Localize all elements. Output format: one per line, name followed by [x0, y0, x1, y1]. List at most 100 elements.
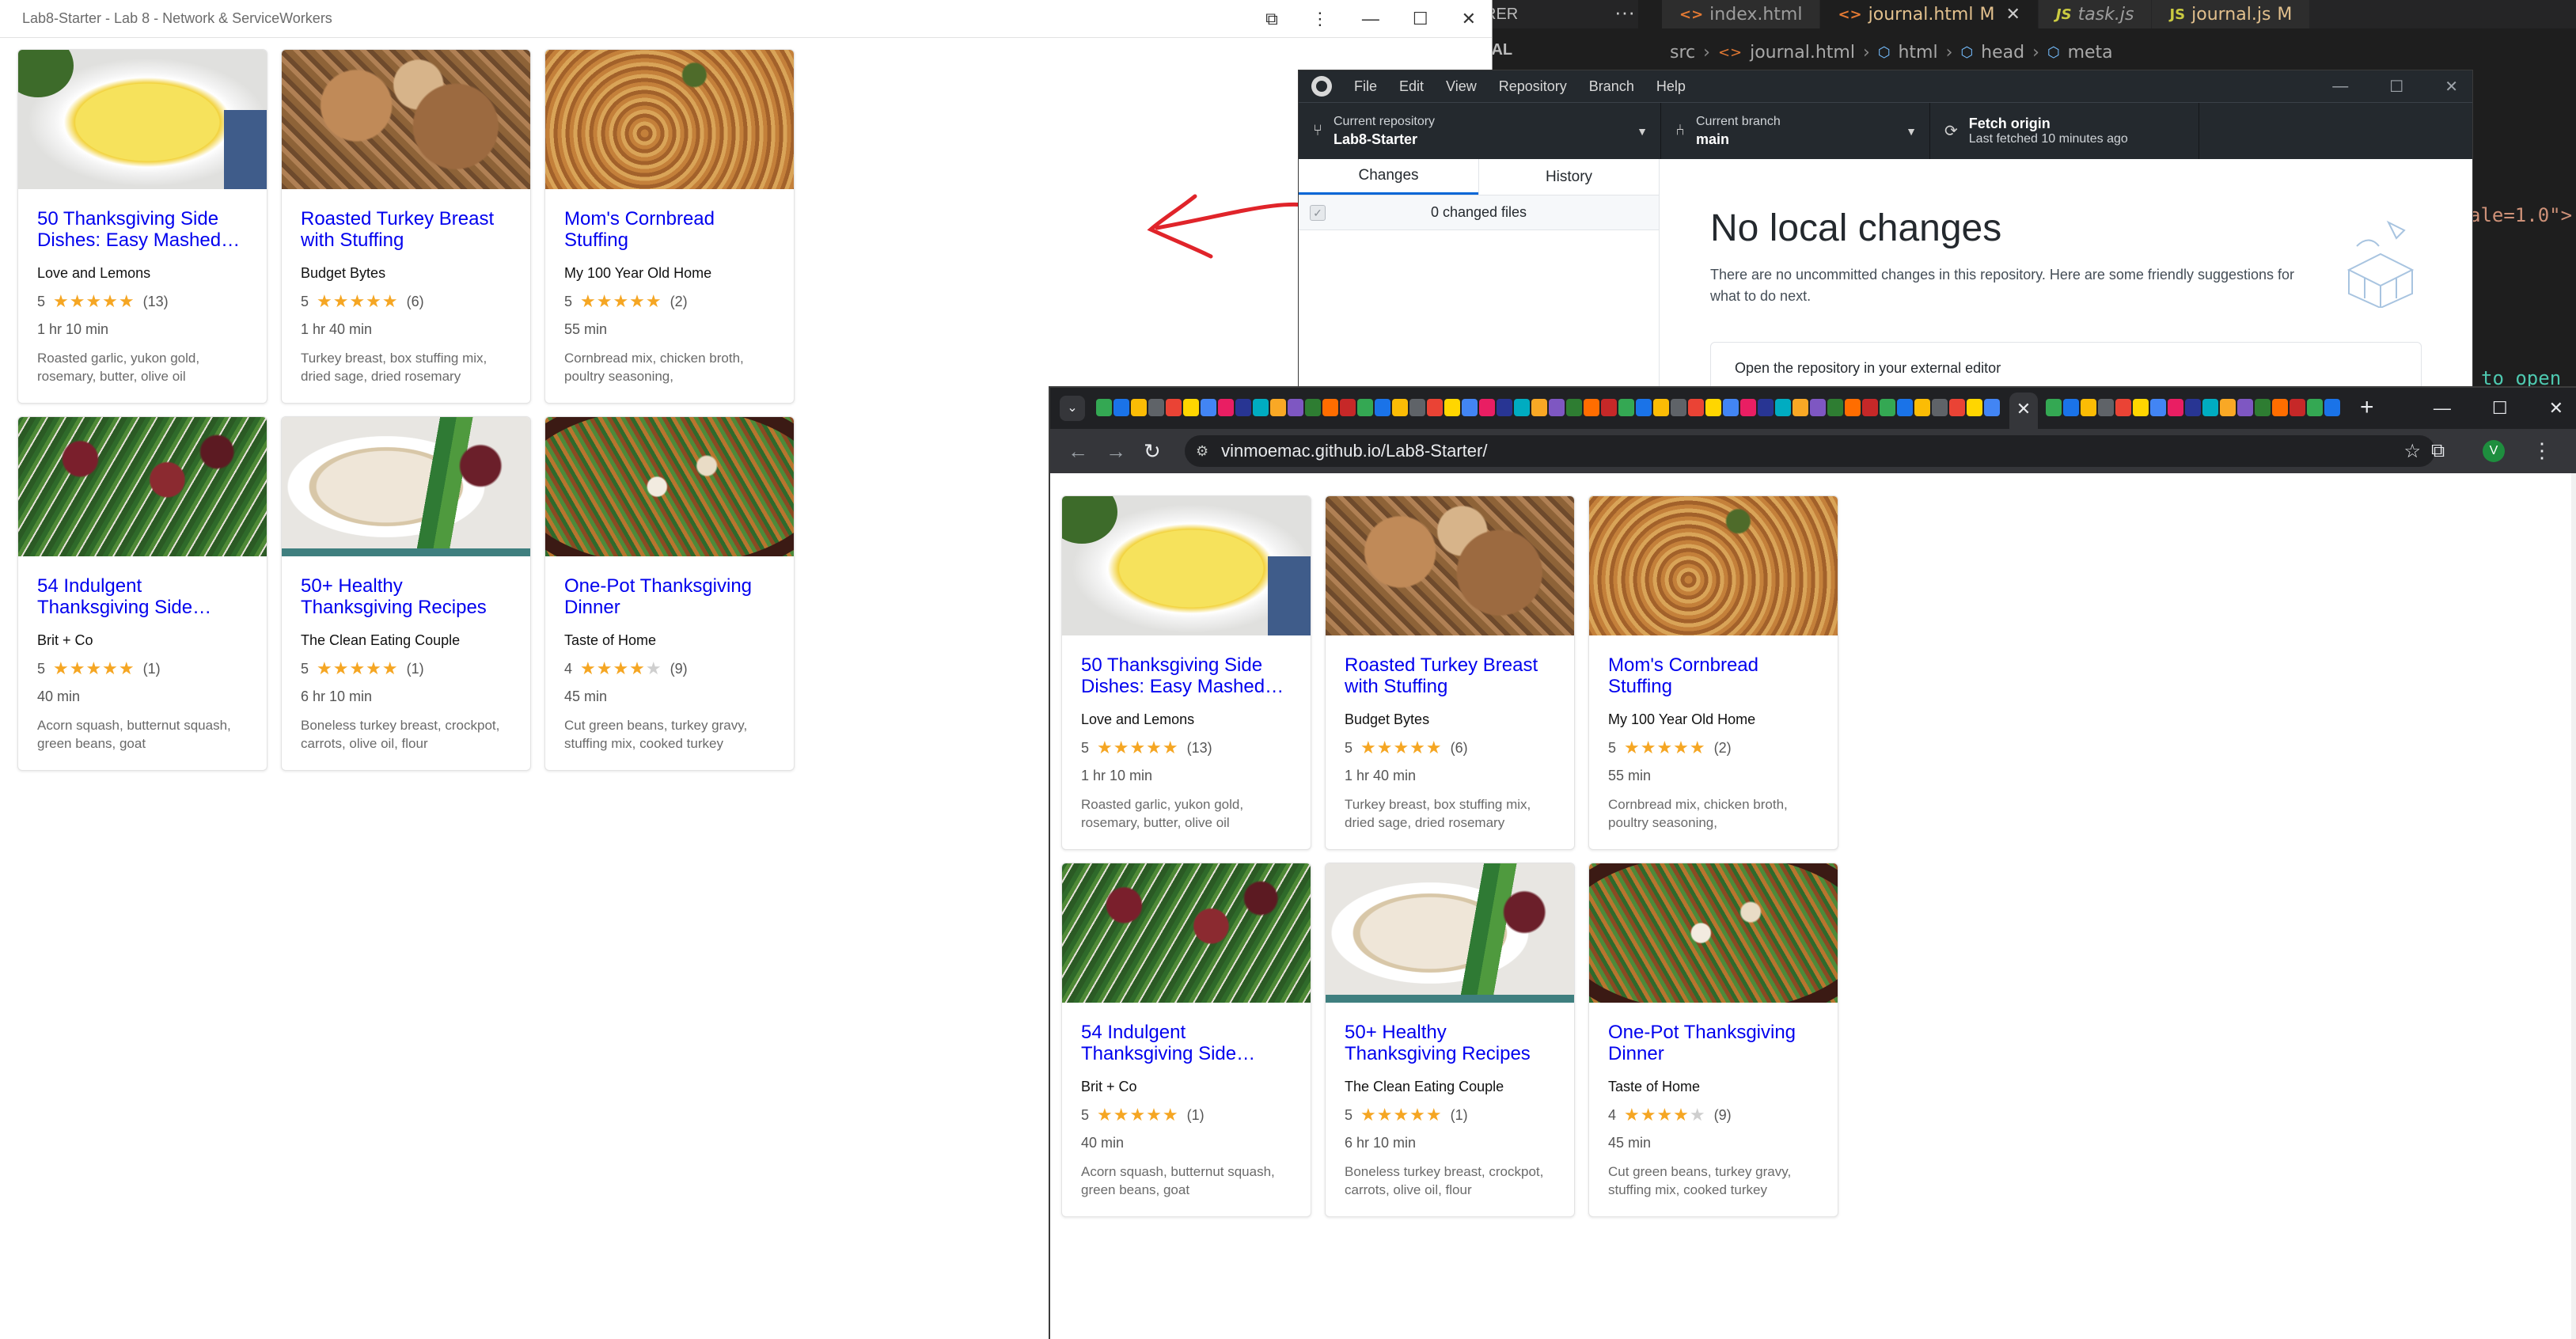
- tab-favicon-icon[interactable]: [2081, 399, 2096, 416]
- recipe-card[interactable]: Roasted Turkey Breast with Stuffing Budge…: [1325, 495, 1575, 850]
- breadcrumb-item[interactable]: html: [1898, 43, 1937, 63]
- tab-favicon-icon[interactable]: [1357, 399, 1373, 416]
- recipe-title-link[interactable]: Mom's Cornbread Stuffing: [1608, 654, 1819, 697]
- tab-favicon-icon[interactable]: [1392, 399, 1408, 416]
- breadcrumb-item[interactable]: head: [1981, 43, 2024, 63]
- tab-favicon-icon[interactable]: [1444, 399, 1460, 416]
- recipe-card[interactable]: One-Pot Thanksgiving Dinner Taste of Home…: [544, 416, 795, 771]
- tab-favicon-icon[interactable]: [1113, 399, 1129, 416]
- recipe-title-link[interactable]: 50 Thanksgiving Side Dishes: Easy Mashed…: [1081, 654, 1292, 697]
- menu-file[interactable]: File: [1354, 78, 1377, 95]
- tab-task-js[interactable]: JS task.js: [2038, 0, 2153, 28]
- tab-favicon-icon[interactable]: [1235, 399, 1251, 416]
- address-bar[interactable]: ⚙ vinmoemac.github.io/Lab8-Starter/ ☆: [1185, 435, 2435, 467]
- tab-favicon-icon[interactable]: [2324, 399, 2340, 416]
- recipe-card[interactable]: 54 Indulgent Thanksgiving Side… Brit + Co…: [17, 416, 267, 771]
- bookmark-star-icon[interactable]: ☆: [2403, 440, 2421, 463]
- recipe-image[interactable]: [18, 417, 267, 556]
- forward-icon[interactable]: →: [1106, 439, 1126, 464]
- tab-favicon-icon[interactable]: [1967, 399, 1982, 416]
- tab-favicon-icon[interactable]: [1618, 399, 1634, 416]
- tab-favicon-icon[interactable]: [2272, 399, 2288, 416]
- tab-favicon-icon[interactable]: [1932, 399, 1948, 416]
- tab-favicon-icon[interactable]: [1531, 399, 1547, 416]
- menu-help[interactable]: Help: [1656, 78, 1686, 95]
- tab-favicon-icon[interactable]: [1270, 399, 1286, 416]
- menu-view[interactable]: View: [1446, 78, 1477, 95]
- menu-repository[interactable]: Repository: [1499, 78, 1567, 95]
- chrome-menu-icon[interactable]: ⋮: [2532, 438, 2552, 463]
- tab-favicon-icon[interactable]: [1653, 399, 1669, 416]
- tab-favicon-icon[interactable]: [1984, 399, 2000, 416]
- tab-favicon-icon[interactable]: [1514, 399, 1530, 416]
- current-repository-button[interactable]: ⑂ Current repository Lab8-Starter ▼: [1299, 103, 1661, 159]
- tab-favicon-icon[interactable]: [2115, 399, 2131, 416]
- tab-favicon-icon[interactable]: [1462, 399, 1478, 416]
- tab-favicon-icon[interactable]: [1897, 399, 1913, 416]
- tab-favicon-icon[interactable]: [1427, 399, 1443, 416]
- tab-favicon-icon[interactable]: [2237, 399, 2253, 416]
- recipe-card[interactable]: Mom's Cornbread Stuffing My 100 Year Old …: [544, 49, 795, 404]
- extensions-icon[interactable]: ⧉: [1265, 9, 1278, 29]
- tab-favicon-icon[interactable]: [1705, 399, 1721, 416]
- close-icon[interactable]: ✕: [2549, 398, 2563, 419]
- tab-favicon-icon[interactable]: [2133, 399, 2149, 416]
- maximize-icon[interactable]: ☐: [2492, 398, 2508, 419]
- tab-favicon-icon[interactable]: [1375, 399, 1390, 416]
- new-tab-icon[interactable]: +: [2360, 394, 2374, 421]
- recipe-title-link[interactable]: 50 Thanksgiving Side Dishes: Easy Mashed…: [37, 208, 248, 251]
- recipe-image[interactable]: [1062, 496, 1311, 635]
- recipe-image[interactable]: [1589, 496, 1838, 635]
- more-tabs[interactable]: [2046, 399, 2346, 418]
- recipe-image[interactable]: [18, 50, 267, 189]
- tab-favicon-icon[interactable]: [1253, 399, 1269, 416]
- recipe-title-link[interactable]: Roasted Turkey Breast with Stuffing: [1345, 654, 1555, 697]
- tab-favicon-icon[interactable]: [1601, 399, 1617, 416]
- menu-branch[interactable]: Branch: [1589, 78, 1634, 95]
- recipe-image[interactable]: [1326, 863, 1574, 1003]
- close-tab-icon[interactable]: ✕: [2005, 5, 2020, 25]
- recipe-card[interactable]: 50 Thanksgiving Side Dishes: Easy Mashed…: [1061, 495, 1311, 850]
- tab-favicon-icon[interactable]: [2098, 399, 2114, 416]
- tab-favicon-icon[interactable]: [1949, 399, 1965, 416]
- recipe-title-link[interactable]: One-Pot Thanksgiving Dinner: [564, 575, 775, 618]
- tab-favicon-icon[interactable]: [1305, 399, 1321, 416]
- maximize-icon[interactable]: ☐: [1413, 9, 1428, 29]
- recipe-title-link[interactable]: Mom's Cornbread Stuffing: [564, 208, 775, 251]
- tab-favicon-icon[interactable]: [2202, 399, 2218, 416]
- recipe-image[interactable]: [1326, 496, 1574, 635]
- pinned-tabs[interactable]: [1096, 399, 2006, 418]
- tab-favicon-icon[interactable]: [1479, 399, 1495, 416]
- tab-favicon-icon[interactable]: [1758, 399, 1774, 416]
- tab-favicon-icon[interactable]: [1862, 399, 1878, 416]
- tab-favicon-icon[interactable]: [1148, 399, 1164, 416]
- recipe-image[interactable]: [545, 417, 794, 556]
- tab-favicon-icon[interactable]: [2168, 399, 2183, 416]
- recipe-title-link[interactable]: 50+ Healthy Thanksgiving Recipes: [301, 575, 511, 618]
- tab-journal-html[interactable]: <> journal.html M ✕: [1820, 0, 2039, 28]
- tab-favicon-icon[interactable]: [1827, 399, 1843, 416]
- tab-favicon-icon[interactable]: [1409, 399, 1425, 416]
- tab-favicon-icon[interactable]: [2255, 399, 2271, 416]
- tab-favicon-icon[interactable]: [1880, 399, 1895, 416]
- tab-favicon-icon[interactable]: [2307, 399, 2323, 416]
- tab-favicon-icon[interactable]: [1497, 399, 1512, 416]
- minimize-icon[interactable]: —: [1362, 9, 1379, 29]
- tab-favicon-icon[interactable]: [1671, 399, 1686, 416]
- tab-favicon-icon[interactable]: [2185, 399, 2201, 416]
- tab-index-html[interactable]: <> index.html: [1662, 0, 1821, 28]
- tab-changes[interactable]: Changes: [1299, 159, 1478, 195]
- tab-history[interactable]: History: [1478, 159, 1659, 195]
- recipe-card[interactable]: 50 Thanksgiving Side Dishes: Easy Mashed…: [17, 49, 267, 404]
- tab-favicon-icon[interactable]: [1914, 399, 1930, 416]
- recipe-title-link[interactable]: 54 Indulgent Thanksgiving Side…: [37, 575, 248, 618]
- tab-favicon-icon[interactable]: [1584, 399, 1599, 416]
- tab-favicon-icon[interactable]: [1793, 399, 1808, 416]
- tab-favicon-icon[interactable]: [1201, 399, 1216, 416]
- tab-favicon-icon[interactable]: [2150, 399, 2166, 416]
- tab-favicon-icon[interactable]: [1636, 399, 1652, 416]
- tab-favicon-icon[interactable]: [2220, 399, 2236, 416]
- tab-favicon-icon[interactable]: [2063, 399, 2079, 416]
- tab-favicon-icon[interactable]: [1340, 399, 1356, 416]
- recipe-image[interactable]: [282, 50, 530, 189]
